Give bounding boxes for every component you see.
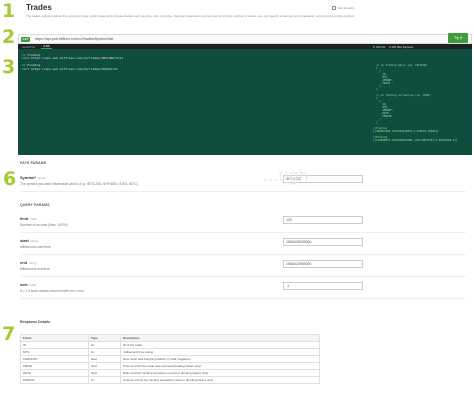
table-cell: ID of the trade xyxy=(120,341,320,349)
response-details-heading: Response Details xyxy=(20,320,50,324)
table-row: ±AMOUNT float How much was bought (positiv… xyxy=(20,355,320,363)
param-description: Millisecond end time xyxy=(20,267,50,271)
table-cell: PERIOD xyxy=(20,376,89,384)
table-cell: PRICE xyxy=(20,362,89,370)
column-header: Type xyxy=(88,334,121,342)
table-cell: millisecond time stamp xyxy=(120,348,320,356)
table-cell: ±AMOUNT xyxy=(20,355,89,363)
http-method-badge: GET xyxy=(21,36,30,42)
param-name-label: end xyxy=(20,260,28,265)
overlay-watermark-text: ...ugh xyxy=(263,166,309,185)
param-name: sort int32 xyxy=(20,282,36,287)
edit-icon xyxy=(332,6,337,10)
table-row: RATE float Rate at which funding transacti… xyxy=(20,369,320,377)
table-cell: Amount of time the funding transaction w… xyxy=(120,376,320,384)
param-type: string xyxy=(38,176,46,180)
table-cell: Price at which the trade was executed (t… xyxy=(120,362,320,370)
step-marker-3: 3 xyxy=(2,56,16,78)
table-row: MTS int millisecond time stamp xyxy=(20,348,320,356)
table-header-row: Fields Type Description xyxy=(20,334,320,342)
table-cell: Rate at which funding transaction occurr… xyxy=(120,369,320,377)
tab-response-400[interactable]: 400 Bad Request xyxy=(388,44,414,49)
request-code-block: // Trading curl https://api-pub.bitfinex… xyxy=(18,49,370,155)
step-marker-6: 6 xyxy=(3,168,17,190)
sort-input[interactable]: -1 xyxy=(283,282,363,290)
param-row-start: start string Millisecond start time 15654… xyxy=(20,233,466,255)
table-cell: float xyxy=(88,355,121,363)
table-cell: float xyxy=(88,369,121,377)
param-row-sort: sort int32 if = 1 it sorts results return… xyxy=(20,277,466,299)
column-header: Fields xyxy=(20,334,89,342)
step-marker-7: 7 xyxy=(2,323,16,345)
table-cell: int xyxy=(88,348,121,356)
param-description: Number of records (Max: 10000) xyxy=(20,223,68,227)
param-type: string xyxy=(30,239,39,243)
success-dot-icon xyxy=(373,45,375,48)
param-name: Symbol* string xyxy=(20,175,45,180)
page-description: The trades endpoint allows the retrieval… xyxy=(26,14,355,18)
response-fields-table: Fields Type Description ID int ID of the t… xyxy=(20,334,320,384)
param-description: Millisecond start time xyxy=(20,245,51,249)
request-url[interactable]: https://api-pub.bitfinex.com/v2/trades/S… xyxy=(35,37,113,41)
param-name: end string xyxy=(20,260,36,265)
table-row: PERIOD int Amount of time the funding tran… xyxy=(20,376,320,384)
end-input[interactable]: 1568423953000 xyxy=(283,260,363,268)
table-row: ID int ID of the trade xyxy=(20,341,320,349)
param-row-limit: limit int32 Number of records (Max: 10000… xyxy=(20,211,466,233)
submit-edits-link[interactable]: Submit edits xyxy=(332,6,354,10)
start-input[interactable]: 1565445533000 xyxy=(283,238,363,246)
table-cell: int xyxy=(88,376,121,384)
table-cell: MTS xyxy=(20,348,89,356)
param-description: The symbol you want information about. (… xyxy=(20,182,138,186)
param-name-label: Symbol* xyxy=(20,175,37,180)
path-params-heading: PATH PARAMS xyxy=(20,161,47,165)
table-row: PRICE float Price at which the trade was e… xyxy=(20,362,320,370)
table-cell: RATE xyxy=(20,369,89,377)
submit-edits-label: Submit edits xyxy=(337,6,354,10)
tab-response-200-label: 200 OK xyxy=(376,44,386,49)
table-cell: ID xyxy=(20,341,89,349)
limit-input[interactable]: 120 xyxy=(283,216,363,224)
param-name: start string xyxy=(20,238,38,243)
tab-response-200[interactable]: 200 OK xyxy=(373,45,386,49)
query-params-heading: QUERY PARAMS xyxy=(20,203,50,207)
param-name: limit int32 xyxy=(20,216,37,221)
tab-response-400-label: 400 Bad Request xyxy=(391,44,414,49)
request-url-bar: GET https://api-pub.bitfinex.com/v2/trad… xyxy=(18,34,472,44)
tab-javascript[interactable]: JavaScript xyxy=(20,45,37,49)
try-it-button[interactable]: Try It xyxy=(448,33,468,43)
param-name-label: start xyxy=(20,238,29,243)
table-cell: int xyxy=(88,341,121,349)
param-type: string xyxy=(29,261,37,265)
response-code-block: // on trading pairs (ex. tBTCUSD) [ [ ID… xyxy=(370,49,472,155)
param-name-label: sort xyxy=(20,282,28,287)
param-type: int32 xyxy=(29,283,37,287)
table-cell: How much was bought (positive) or sold (… xyxy=(120,355,320,363)
param-row-symbol: Symbol* string The symbol you want inform… xyxy=(20,170,466,192)
param-type: int32 xyxy=(30,217,37,221)
error-dot-icon xyxy=(388,45,391,48)
table-cell: float xyxy=(88,362,121,370)
param-name-label: limit xyxy=(20,216,29,221)
page-title: Trades xyxy=(26,3,52,12)
code-panel: JavaScript cURL 200 OK 400 Bad Request /… xyxy=(18,44,472,155)
step-marker-1: 1 xyxy=(2,0,16,22)
step-marker-2: 2 xyxy=(2,26,16,48)
param-row-end: end string Millisecond end time 156842395… xyxy=(20,255,466,277)
column-header: Description xyxy=(120,334,320,342)
param-description: if = 1 it sorts results returned with ol… xyxy=(20,289,84,293)
